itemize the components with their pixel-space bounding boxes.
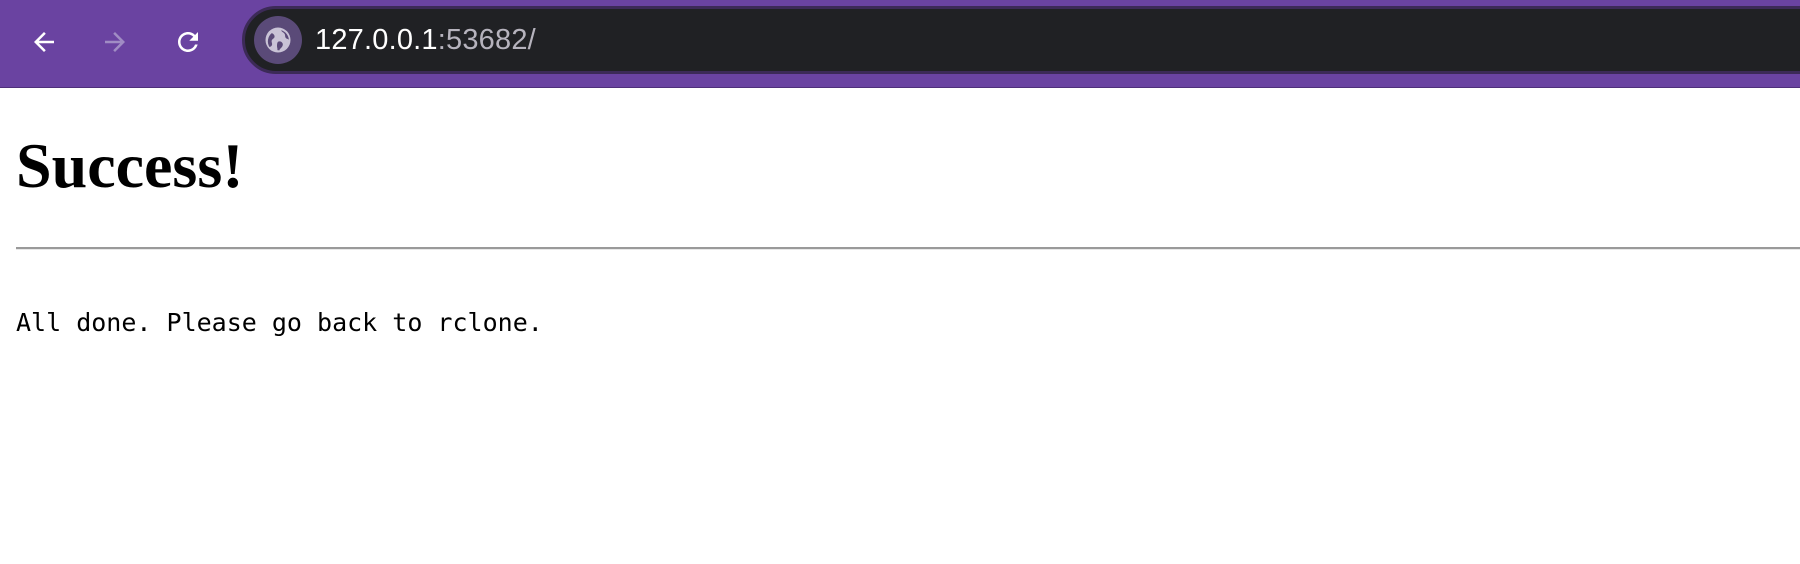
browser-toolbar: 127.0.0.1:53682/ — [0, 0, 1800, 88]
address-bar[interactable]: 127.0.0.1:53682/ — [242, 6, 1800, 74]
forward-button[interactable] — [90, 17, 140, 67]
status-message: All done. Please go back to rclone. — [16, 308, 543, 337]
page-title: Success! — [16, 130, 244, 201]
reload-icon — [178, 32, 198, 52]
url-host: 127.0.0.1 — [315, 24, 438, 56]
globe-icon — [265, 27, 291, 53]
horizontal-rule — [16, 247, 1800, 250]
reload-button[interactable] — [163, 17, 213, 67]
url-text[interactable]: 127.0.0.1:53682/ — [315, 9, 536, 71]
arrow-right-icon — [105, 32, 125, 52]
site-info-button[interactable] — [254, 16, 302, 64]
arrow-left-icon — [34, 32, 54, 52]
url-port-path: :53682/ — [437, 24, 536, 56]
back-button[interactable] — [19, 17, 69, 67]
